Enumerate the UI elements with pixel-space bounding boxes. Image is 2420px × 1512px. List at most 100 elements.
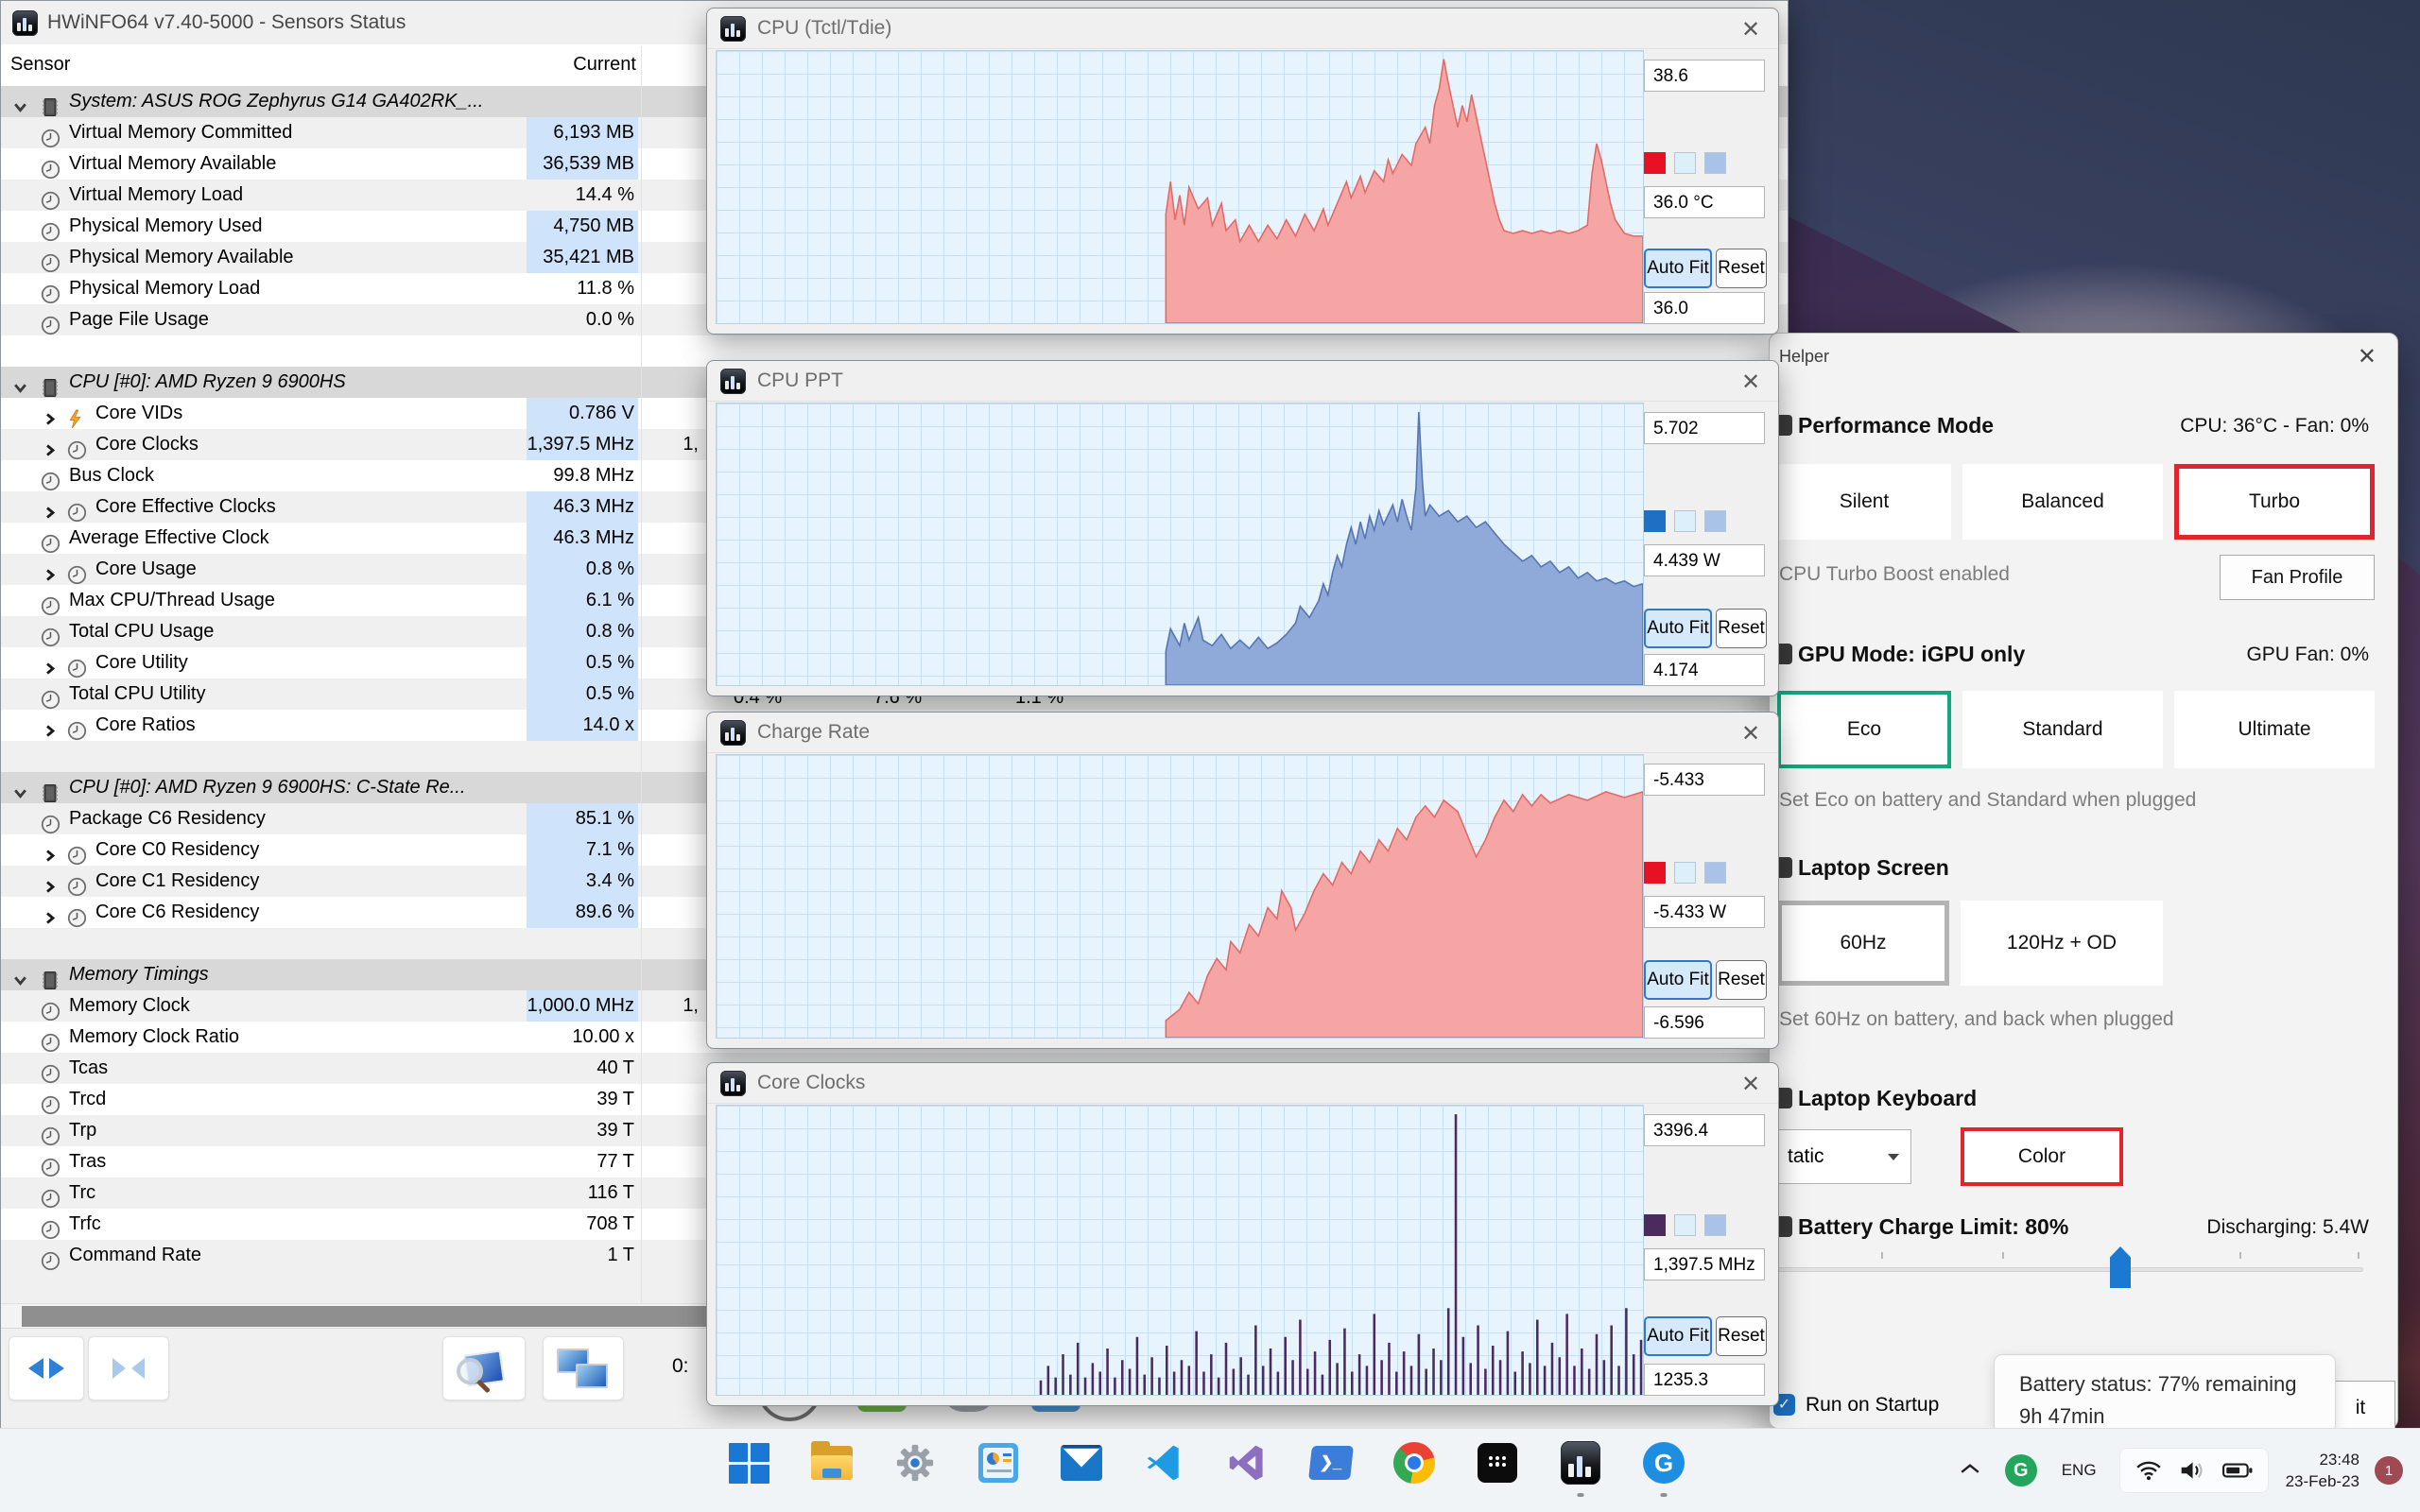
cpu-temp-fan-status: CPU: 36°C - Fan: 0% (2180, 415, 2369, 437)
ghelper-window: Helper ✕ Performance Mode CPU: 36°C - Fa… (1769, 333, 2398, 1435)
close-icon[interactable]: ✕ (1737, 16, 1765, 44)
graph-titlebar[interactable]: Charge Rate (707, 713, 1778, 753)
silent-mode-button[interactable]: Silent (1777, 464, 1951, 540)
sensor-label: Core Effective Clocks (95, 496, 276, 517)
auto-fit-button[interactable]: Auto Fit (1644, 609, 1712, 648)
vscode-icon (1147, 1445, 1179, 1481)
gpu-ultimate-button[interactable]: Ultimate (2174, 691, 2375, 768)
keyboard-color-button[interactable]: Color (1961, 1127, 2123, 1186)
remote-monitors-button[interactable] (543, 1336, 624, 1400)
graph-buttons: Auto Fit Reset (1644, 249, 1767, 288)
graph-titlebar[interactable]: CPU (Tctl/Tdie) (707, 9, 1778, 49)
visual-studio-button[interactable] (1225, 1440, 1270, 1486)
gpu-standard-button[interactable]: Standard (1962, 691, 2163, 768)
file-explorer-button[interactable] (809, 1440, 855, 1486)
hwinfo-icon (1561, 1441, 1600, 1485)
grid-color-swatch[interactable] (1704, 510, 1726, 532)
graph-max-field[interactable]: 38.6 (1644, 60, 1765, 92)
system-monitor-button[interactable] (976, 1440, 1021, 1486)
utility-app-button[interactable] (1475, 1440, 1520, 1486)
background-color-swatch[interactable] (1674, 1214, 1696, 1236)
series-color-swatch[interactable] (1644, 1214, 1666, 1236)
column-header-current[interactable]: Current (526, 54, 636, 76)
collapse-columns-button[interactable] (88, 1336, 169, 1400)
vscode-button[interactable] (1142, 1440, 1187, 1486)
start-button[interactable] (726, 1440, 771, 1486)
refresh-60hz-button[interactable]: 60Hz (1777, 901, 1949, 986)
ghelper-taskbar-button[interactable]: G (1641, 1440, 1686, 1497)
powershell-button[interactable]: ❯_ (1308, 1440, 1354, 1486)
graph-buttons: Auto Fit Reset (1644, 960, 1767, 1000)
turbo-mode-button[interactable]: Turbo (2174, 464, 2375, 540)
sensor-label: Virtual Memory Load (69, 184, 244, 205)
sensor-current-value: 6.1 % (527, 585, 638, 616)
battery-limit-slider[interactable] (1777, 1267, 2363, 1272)
reset-button[interactable]: Reset (1716, 960, 1767, 1000)
column-header-sensor[interactable]: Sensor (10, 54, 70, 76)
grid-color-swatch[interactable] (1704, 152, 1726, 174)
refresh-120hz-button[interactable]: 120Hz + OD (1961, 901, 2163, 986)
sensor-label: Memory Clock (69, 995, 190, 1016)
hwinfo-app-icon (720, 15, 746, 42)
sensor-current-value: 0.8 % (527, 554, 638, 585)
close-icon[interactable]: ✕ (2358, 343, 2377, 370)
chrome-button[interactable] (1392, 1440, 1437, 1486)
screen-capture-button[interactable] (442, 1336, 526, 1400)
notification-badge[interactable]: 1 (2375, 1456, 2403, 1485)
graph-current-field[interactable]: 36.0 °C (1644, 186, 1765, 218)
language-indicator[interactable]: ENG (2062, 1461, 2097, 1480)
graph-max-field[interactable]: 3396.4 (1644, 1114, 1765, 1146)
ghelper-tray-icon[interactable]: G (2004, 1454, 2037, 1486)
auto-fit-button[interactable]: Auto Fit (1644, 249, 1712, 288)
graph-min-field[interactable]: 36.0 (1644, 292, 1765, 324)
sensor-current-value: 14.0 x (527, 710, 638, 741)
graph-side-panel: 3396.4 1,397.5 MHz Auto Fit Reset 1235.3 (1644, 1108, 1769, 1396)
grid-color-swatch[interactable] (1704, 862, 1726, 884)
taskbar: ❯_ G G ENG 23:48 23-Feb-23 1 (0, 1428, 2420, 1512)
expand-columns-button[interactable] (9, 1336, 84, 1400)
keyboard-mode-dropdown[interactable]: tatic (1770, 1129, 1911, 1184)
taskbar-clock[interactable]: 23:48 23-Feb-23 (2286, 1449, 2360, 1492)
graph-max-field[interactable]: -5.433 (1644, 764, 1765, 796)
balanced-mode-button[interactable]: Balanced (1962, 464, 2163, 540)
graph-current-field[interactable]: 1,397.5 MHz (1644, 1248, 1765, 1280)
mail-button[interactable] (1059, 1440, 1104, 1486)
auto-fit-button[interactable]: Auto Fit (1644, 1316, 1712, 1356)
background-color-swatch[interactable] (1674, 510, 1696, 532)
close-icon[interactable]: ✕ (1737, 1071, 1765, 1099)
battery-tray-icon (2221, 1463, 2253, 1478)
reset-button[interactable]: Reset (1716, 1316, 1767, 1356)
close-icon[interactable]: ✕ (1737, 720, 1765, 748)
graph-current-field[interactable]: 4.439 W (1644, 544, 1765, 576)
background-color-swatch[interactable] (1674, 152, 1696, 174)
graph-titlebar[interactable]: CPU PPT (707, 361, 1778, 402)
reset-button[interactable]: Reset (1716, 609, 1767, 648)
graph-title: Core Clocks (757, 1072, 866, 1093)
graph-titlebar[interactable]: Core Clocks (707, 1063, 1778, 1104)
gpu-eco-button[interactable]: Eco (1777, 691, 1951, 768)
settings-button[interactable] (892, 1440, 938, 1486)
sensor-label: Tras (69, 1151, 107, 1172)
graph-current-field[interactable]: -5.433 W (1644, 896, 1765, 928)
graph-min-field[interactable]: 4.174 (1644, 654, 1765, 686)
graph-min-field[interactable]: -6.596 (1644, 1006, 1765, 1039)
series-color-swatch[interactable] (1644, 510, 1666, 532)
background-color-swatch[interactable] (1674, 862, 1696, 884)
hwinfo-taskbar-button[interactable] (1558, 1440, 1603, 1497)
run-on-startup-label: Run on Startup (1806, 1394, 1940, 1416)
grid-color-swatch[interactable] (1704, 1214, 1726, 1236)
auto-fit-button[interactable]: Auto Fit (1644, 960, 1712, 1000)
sensor-current-value: 0.0 % (585, 309, 634, 330)
sensor-label: Package C6 Residency (69, 808, 266, 829)
sensor-label: Physical Memory Used (69, 215, 263, 236)
graph-max-field[interactable]: 5.702 (1644, 412, 1765, 444)
graph-min-field[interactable]: 1235.3 (1644, 1364, 1765, 1396)
sensor-label: Bus Clock (69, 465, 155, 486)
reset-button[interactable]: Reset (1716, 249, 1767, 288)
series-color-swatch[interactable] (1644, 152, 1666, 174)
tray-status-group[interactable] (2118, 1448, 2269, 1493)
tray-chevron-up[interactable] (1960, 1462, 1980, 1480)
fan-profile-button[interactable]: Fan Profile (2220, 555, 2375, 600)
close-icon[interactable]: ✕ (1737, 369, 1765, 397)
series-color-swatch[interactable] (1644, 862, 1666, 884)
